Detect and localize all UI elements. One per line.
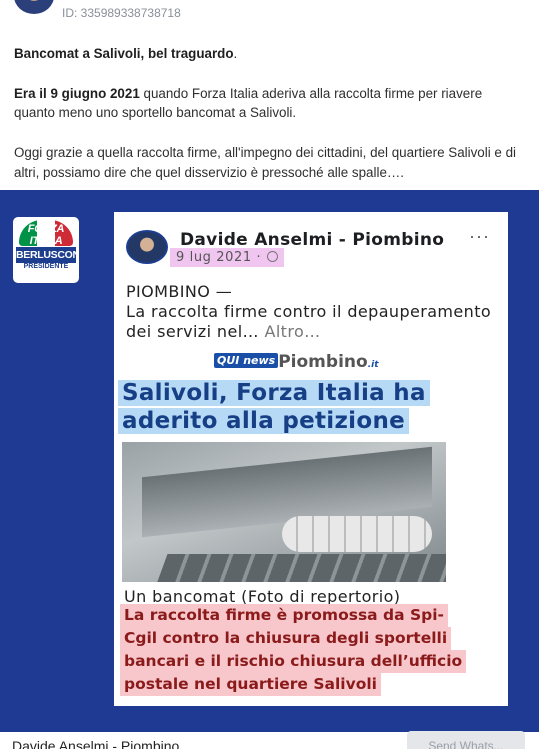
article-headline: Salivoli, Forza Italia ha aderito alla p… (118, 380, 430, 436)
post-paragraph-2: Era il 9 giugno 2021 quando Forza Italia… (14, 85, 483, 121)
post-title: Bancomat a Salivoli, bel traguardo (14, 46, 234, 61)
summary-line: Cgil contro la chiusura degli sportelli (120, 627, 452, 650)
post-date: 9 lug 2021 · (170, 248, 285, 267)
ad-creative-image[interactable]: FORZA ITALIA BERLUSCONI PRESIDENTE David… (0, 190, 539, 732)
author-avatar (126, 230, 168, 264)
see-more-link: Altro… (264, 322, 321, 341)
summary-line: La raccolta firme è promossa da Spi- (120, 604, 448, 627)
news-source-logo: QUI news Piombino.it (214, 352, 379, 372)
post-body: La raccolta firme contro il depauperamen… (126, 302, 492, 341)
forza-italia-logo: FORZA ITALIA BERLUSCONI PRESIDENTE (13, 217, 79, 283)
post-text: Bancomat a Salivoli, bel traguardo. Era … (14, 44, 526, 202)
post-location: PIOMBINO — (126, 282, 233, 301)
post-paragraph-3: Oggi grazie a quella raccolta firme, all… (14, 144, 516, 180)
logo-subtitle: PRESIDENTE (23, 263, 69, 270)
globe-icon (267, 251, 279, 262)
summary-line: bancari e il rischio chiusura dell’uffic… (120, 650, 467, 673)
logo-name: BERLUSCONI (16, 247, 79, 263)
send-whatsapp-button[interactable]: Send Whats... (407, 731, 525, 749)
author-name: Davide Anselmi - Piombino (180, 230, 445, 250)
more-options-icon: ··· (469, 226, 490, 246)
post-paragraph-1: Bancomat a Salivoli, bel traguardo. (14, 46, 238, 61)
facebook-post-screenshot: Davide Anselmi - Piombino 9 lug 2021 · ·… (114, 212, 508, 706)
footer-author-name[interactable]: Davide Anselmi - Piombino (12, 738, 179, 749)
atm-photo (122, 442, 446, 582)
logo-top-text: FORZA ITALIA (27, 223, 65, 247)
summary-line: postale nel quartiere Salivoli (120, 673, 381, 696)
ad-id-label: ID: 335989338738718 (62, 6, 181, 20)
highlighted-summary: La raccolta firme è promossa da Spi- Cgi… (120, 604, 504, 704)
advertiser-avatar[interactable] (14, 0, 54, 14)
post-date-bold: Era il 9 giugno 2021 (14, 85, 140, 101)
